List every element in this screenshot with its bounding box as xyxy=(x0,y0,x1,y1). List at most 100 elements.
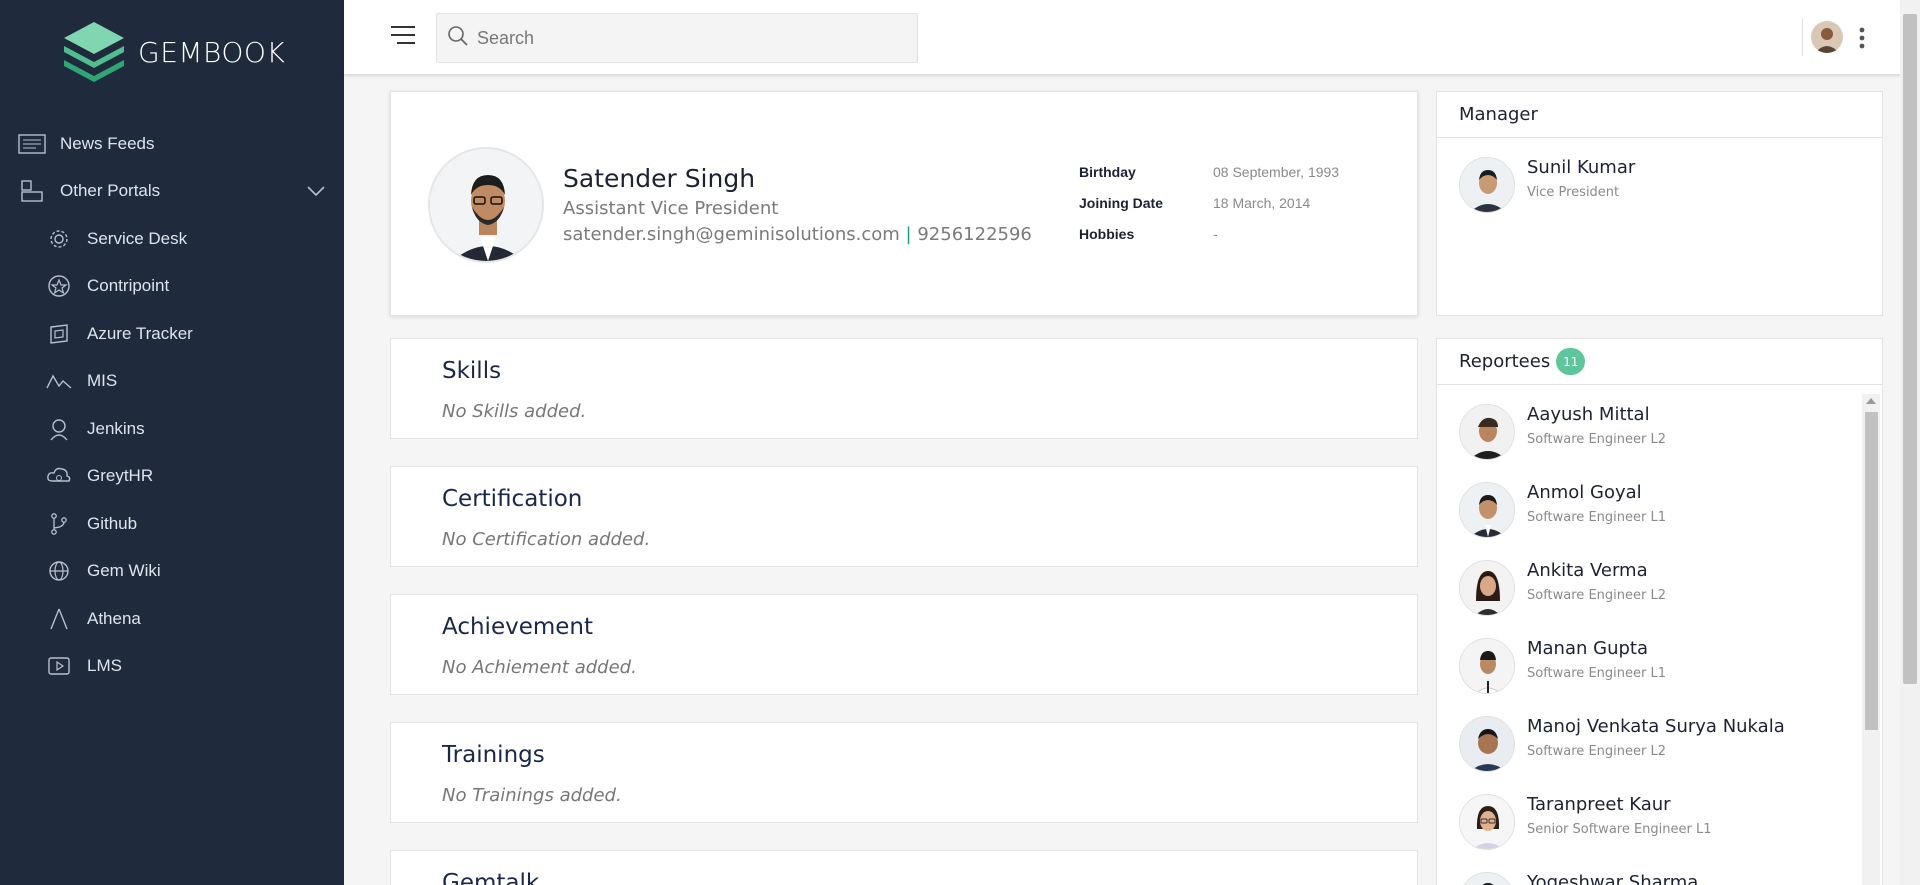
reportees-scrollbar[interactable] xyxy=(1862,394,1880,885)
reportees-card: Reportees 11 Aayush Mittal Software Engin… xyxy=(1436,338,1883,885)
avatar xyxy=(1459,872,1515,885)
cloud-user-icon xyxy=(45,464,73,488)
sidebar-item-service-desk[interactable]: Service Desk xyxy=(0,215,344,263)
person-role: Software Engineer L2 xyxy=(1527,744,1666,759)
sidebar-item-github[interactable]: Github xyxy=(0,500,344,548)
manager-person[interactable]: Sunil Kumar Vice President xyxy=(1459,157,1635,213)
reportee-item[interactable]: Ankita Verma Software Engineer L2 xyxy=(1459,560,1666,616)
topbar xyxy=(344,0,1900,75)
gear-icon xyxy=(45,227,73,251)
detail-row-hobbies: Hobbies - xyxy=(1079,226,1339,257)
profile-designation: Assistant Vice President xyxy=(563,198,779,219)
page-scrollbar[interactable] xyxy=(1900,0,1920,885)
profile-details: Birthday 08 September, 1993 Joining Date… xyxy=(1079,164,1339,257)
reportee-item[interactable]: Manan Gupta Software Engineer L1 xyxy=(1459,638,1666,694)
reportees-header-label: Reportees xyxy=(1459,351,1551,372)
sidebar-item-jenkins[interactable]: Jenkins xyxy=(0,405,344,453)
chevron-down-icon[interactable] xyxy=(306,182,326,202)
person-name: Aayush Mittal xyxy=(1527,404,1650,425)
search-input[interactable] xyxy=(477,27,897,49)
hamburger-menu-icon[interactable] xyxy=(389,24,417,48)
globe-icon xyxy=(45,559,73,583)
sidebar-item-athena[interactable]: Athena xyxy=(0,595,344,643)
detail-value: 08 September, 1993 xyxy=(1213,164,1340,180)
reportees-count-badge: 11 xyxy=(1556,348,1586,375)
avatar xyxy=(1459,560,1515,616)
detail-row-joining-date: Joining Date 18 March, 2014 xyxy=(1079,195,1339,226)
reportee-item[interactable]: Aayush Mittal Software Engineer L2 xyxy=(1459,404,1666,460)
brand-logo[interactable]: GEMBOOK xyxy=(60,18,285,86)
section-empty-text: No Achiement added. xyxy=(442,657,637,678)
achievement-section: Achievement No Achiement added. xyxy=(390,594,1418,695)
contact-separator: | xyxy=(905,224,912,245)
sidebar-item-label: Athena xyxy=(87,608,141,628)
avatar xyxy=(1459,404,1515,460)
profile-contact: satender.singh@geminisolutions.com | 925… xyxy=(563,224,1032,245)
scrollbar-thumb[interactable] xyxy=(1903,14,1917,684)
sidebar-item-label: LMS xyxy=(87,656,122,676)
sidebar-nav: News Feeds Other Portals Service Desk Co… xyxy=(0,120,344,690)
sidebar-item-label: Service Desk xyxy=(87,228,188,248)
user-avatar[interactable] xyxy=(1811,21,1843,53)
scrollbar-thumb[interactable] xyxy=(1865,412,1878,730)
avatar xyxy=(1459,157,1515,213)
person-role: Software Engineer L1 xyxy=(1527,666,1666,681)
star-badge-icon xyxy=(45,274,73,298)
avatar xyxy=(1459,716,1515,772)
sidebar-item-label: Other Portals xyxy=(60,181,161,201)
detail-label: Birthday xyxy=(1079,164,1136,180)
video-icon xyxy=(45,654,73,678)
detail-value: - xyxy=(1213,226,1218,242)
brand-name: GEMBOOK xyxy=(138,35,286,69)
certification-section: Certification No Certification added. xyxy=(390,466,1418,567)
detail-label: Joining Date xyxy=(1079,195,1164,211)
person-name: Manan Gupta xyxy=(1527,638,1648,659)
sidebar-item-news-feeds[interactable]: News Feeds xyxy=(0,120,344,168)
person-name: Yogeshwar Sharma xyxy=(1527,872,1699,885)
sidebar-item-azure-tracker[interactable]: Azure Tracker xyxy=(0,310,344,358)
jenkins-icon xyxy=(45,417,73,441)
sidebar-item-label: Gem Wiki xyxy=(87,561,161,581)
person-role: Vice President xyxy=(1527,185,1620,200)
trainings-section: Trainings No Trainings added. xyxy=(390,722,1418,823)
reportee-item[interactable]: Taranpreet Kaur Senior Software Engineer … xyxy=(1459,794,1712,850)
sidebar: GEMBOOK News Feeds Other Portals Service… xyxy=(0,0,344,885)
avatar xyxy=(1459,638,1515,694)
sidebar-item-other-portals[interactable]: Other Portals xyxy=(0,168,344,216)
profile-email[interactable]: satender.singh@geminisolutions.com xyxy=(563,224,900,245)
profile-name: Satender Singh xyxy=(563,164,756,193)
sidebar-item-label: GreytHR xyxy=(87,466,154,486)
sidebar-item-mis[interactable]: MIS xyxy=(0,358,344,406)
sidebar-item-gem-wiki[interactable]: Gem Wiki xyxy=(0,548,344,596)
person-role: Software Engineer L2 xyxy=(1527,432,1666,447)
avatar xyxy=(1459,482,1515,538)
more-options-icon[interactable] xyxy=(1858,26,1870,50)
scroll-up-arrow-icon[interactable] xyxy=(1866,398,1876,404)
sidebar-item-greythr[interactable]: GreytHR xyxy=(0,453,344,501)
sidebar-item-label: News Feeds xyxy=(60,133,155,153)
reportee-item[interactable]: Manoj Venkata Surya Nukala Software Engin… xyxy=(1459,716,1785,772)
search-icon xyxy=(447,25,469,52)
sidebar-item-lms[interactable]: LMS xyxy=(0,643,344,691)
reportee-item[interactable]: Anmol Goyal Software Engineer L1 xyxy=(1459,482,1666,538)
reportee-item[interactable]: Yogeshwar Sharma xyxy=(1459,872,1698,885)
news-feed-icon xyxy=(18,132,46,156)
person-role: Software Engineer L2 xyxy=(1527,588,1666,603)
sidebar-item-contripoint[interactable]: Contripoint xyxy=(0,263,344,311)
reportees-header: Reportees 11 xyxy=(1437,339,1882,385)
chart-line-icon xyxy=(45,369,73,393)
skills-section: Skills No Skills added. xyxy=(390,338,1418,439)
tracker-icon xyxy=(45,322,73,346)
manager-header-label: Manager xyxy=(1459,104,1538,125)
person-role: Senior Software Engineer L1 xyxy=(1527,822,1712,837)
person-role: Software Engineer L1 xyxy=(1527,510,1666,525)
gemtalk-section: Gemtalk xyxy=(390,850,1418,885)
detail-label: Hobbies xyxy=(1079,226,1135,242)
topbar-divider xyxy=(1802,18,1803,56)
profile-card: Satender Singh Assistant Vice President … xyxy=(390,91,1418,316)
git-branch-icon xyxy=(45,512,73,536)
section-empty-text: No Trainings added. xyxy=(442,785,622,806)
profile-phone[interactable]: 9256122596 xyxy=(917,224,1032,245)
section-title: Certification xyxy=(442,486,583,512)
section-empty-text: No Skills added. xyxy=(442,401,587,422)
